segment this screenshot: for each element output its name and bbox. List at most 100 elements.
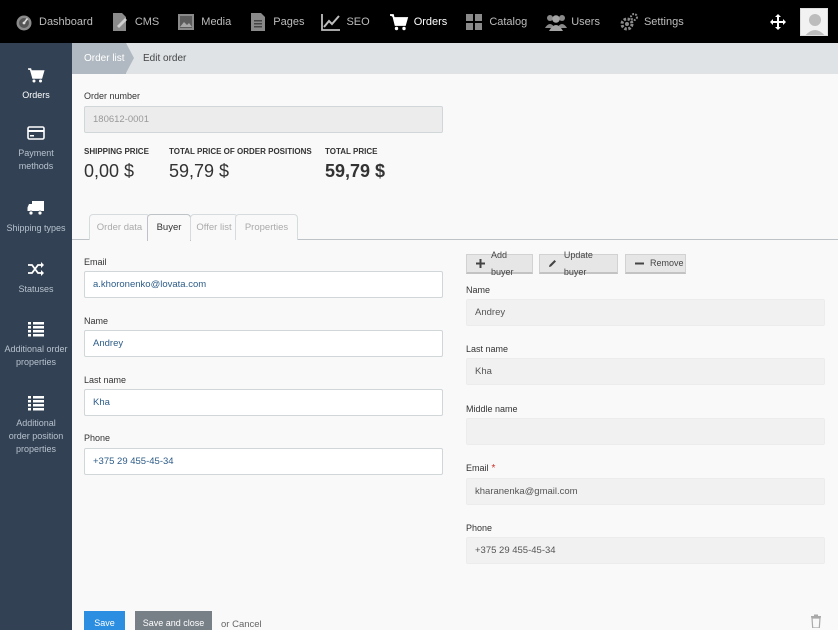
email-label: Email: [84, 257, 107, 267]
sidebar: Orders Payment methods Shipping types St…: [0, 43, 72, 630]
add-buyer-button[interactable]: Add buyer: [466, 250, 533, 277]
positions-price-value: 59,79 $: [169, 161, 230, 181]
panel-phone-field[interactable]: +375 29 455-45-34: [466, 537, 825, 564]
or-label: or: [221, 619, 230, 630]
order-number-field: 180612-0001: [84, 106, 443, 133]
move-icon[interactable]: [769, 13, 787, 31]
update-buyer-button[interactable]: Update buyer: [539, 250, 618, 277]
sidebar-item-orders[interactable]: Orders: [0, 65, 72, 102]
catalog-icon: [463, 11, 485, 33]
plus-icon: [475, 259, 485, 269]
total-price-value: 59,79 $: [325, 161, 386, 181]
topnav-seo[interactable]: SEO: [320, 0, 375, 43]
sidebar-item-label: Statuses: [18, 284, 54, 294]
panel-phone-label: Phone: [466, 523, 493, 533]
panel-name-label: Name: [466, 285, 491, 295]
sidebar-item-label: Additional order properties: [4, 344, 68, 367]
seo-chart-icon: [320, 11, 342, 33]
sidebar-item-additional-order-properties[interactable]: Additional order properties: [0, 319, 72, 369]
tab-order-data[interactable]: Order data: [89, 214, 150, 240]
email-field[interactable]: a.khoronenko@lovata.com: [84, 271, 443, 298]
cart-icon: [388, 11, 410, 33]
topnav-pages[interactable]: Pages: [247, 0, 310, 43]
tab-offer-list[interactable]: Offer list: [190, 214, 238, 240]
name-field[interactable]: Andrey: [84, 330, 443, 357]
shipping-price-label: SHIPPING PRICE: [84, 147, 149, 156]
update-buyer-label: Update buyer: [563, 249, 593, 277]
cancel-link[interactable]: Cancel: [232, 619, 262, 630]
breadcrumb: Order list Edit order: [72, 43, 838, 74]
trash-icon[interactable]: [810, 614, 822, 628]
order-number-label: Order number: [84, 91, 141, 101]
topnav-catalog-label: Catalog: [489, 15, 528, 28]
avatar[interactable]: [800, 7, 828, 36]
topnav-seo-label: SEO: [346, 15, 370, 28]
cms-icon: [109, 11, 131, 33]
panel-email-label-text: Email: [466, 463, 489, 473]
add-buyer-label: Add buyer: [491, 249, 514, 277]
topnav-pages-label: Pages: [273, 15, 305, 28]
sidebar-item-shipping-types[interactable]: Shipping types: [0, 198, 72, 235]
save-button[interactable]: Save: [84, 611, 125, 630]
sidebar-item-statuses[interactable]: Statuses: [0, 259, 72, 296]
minus-icon: [634, 259, 644, 269]
topnav-media-label: Media: [201, 15, 232, 28]
phone-field[interactable]: +375 29 455-45-34: [84, 448, 443, 475]
required-marker: *: [491, 463, 496, 474]
sidebar-item-label: Shipping types: [6, 223, 66, 233]
topnav-orders[interactable]: Orders: [388, 0, 454, 43]
breadcrumb-order-list[interactable]: Order list: [72, 43, 126, 74]
panel-middle-name-label: Middle name: [466, 404, 518, 414]
topnav-users-label: Users: [571, 15, 600, 28]
topnav-catalog[interactable]: Catalog: [463, 0, 533, 43]
sidebar-item-payment-methods[interactable]: Payment methods: [0, 123, 72, 173]
tab-properties[interactable]: Properties: [235, 214, 298, 240]
breadcrumb-arrow: [126, 43, 134, 73]
sidebar-item-label: Payment methods: [18, 148, 54, 171]
last-name-label: Last name: [84, 375, 127, 385]
topnav-media[interactable]: Media: [175, 0, 237, 43]
dashboard-icon: [13, 11, 35, 33]
panel-middle-name-field[interactable]: [466, 418, 825, 445]
top-bar-right: [769, 0, 838, 43]
topnav-cms[interactable]: CMS: [109, 0, 165, 43]
media-icon: [175, 11, 197, 33]
sidebar-item-additional-order-position-properties[interactable]: Additional order position properties: [0, 393, 72, 456]
name-label: Name: [84, 316, 109, 326]
remove-buyer-label: Remove: [650, 258, 684, 268]
panel-last-name-label: Last name: [466, 344, 509, 354]
pencil-icon: [548, 259, 558, 269]
panel-email-field[interactable]: kharanenka@gmail.com: [466, 478, 825, 505]
save-and-close-button[interactable]: Save and close: [135, 611, 212, 630]
top-bar: Dashboard CMS Media Pages SEO Orders Cat…: [0, 0, 838, 43]
topnav-orders-label: Orders: [413, 15, 448, 28]
pages-icon: [247, 11, 269, 33]
topnav-dashboard[interactable]: Dashboard: [13, 0, 99, 43]
tab-buyer[interactable]: Buyer: [147, 214, 191, 241]
shipping-price-value: 0,00 $: [84, 161, 135, 181]
remove-buyer-button[interactable]: Remove: [625, 254, 686, 274]
sidebar-item-label: Additional order position properties: [8, 418, 64, 454]
panel-name-field[interactable]: Andrey: [466, 299, 825, 326]
topnav-settings-label: Settings: [643, 15, 684, 28]
sidebar-item-label: Orders: [22, 90, 50, 100]
or-cancel: or Cancel: [221, 619, 262, 630]
panel-email-label: Email *: [466, 463, 495, 474]
topnav-dashboard-label: Dashboard: [39, 15, 93, 28]
total-price-label: TOTAL PRICE: [325, 147, 378, 156]
positions-price-label: TOTAL PRICE OF ORDER POSITIONS: [169, 147, 312, 156]
panel-last-name-field[interactable]: Kha: [466, 358, 825, 385]
credit-card-icon: [0, 123, 72, 143]
main-content: Order number 180612-0001 SHIPPING PRICE …: [72, 74, 838, 630]
top-nav: Dashboard CMS Media Pages SEO Orders Cat…: [0, 0, 690, 43]
topnav-cms-label: CMS: [134, 15, 160, 28]
truck-icon: [0, 198, 72, 218]
settings-gear-icon: [618, 11, 640, 33]
cart-icon: [0, 65, 72, 85]
list-icon: [0, 319, 72, 339]
last-name-field[interactable]: Kha: [84, 389, 443, 416]
topnav-settings[interactable]: Settings: [618, 0, 690, 43]
users-icon: [545, 11, 568, 33]
phone-label: Phone: [84, 433, 111, 443]
topnav-users[interactable]: Users: [545, 0, 606, 43]
